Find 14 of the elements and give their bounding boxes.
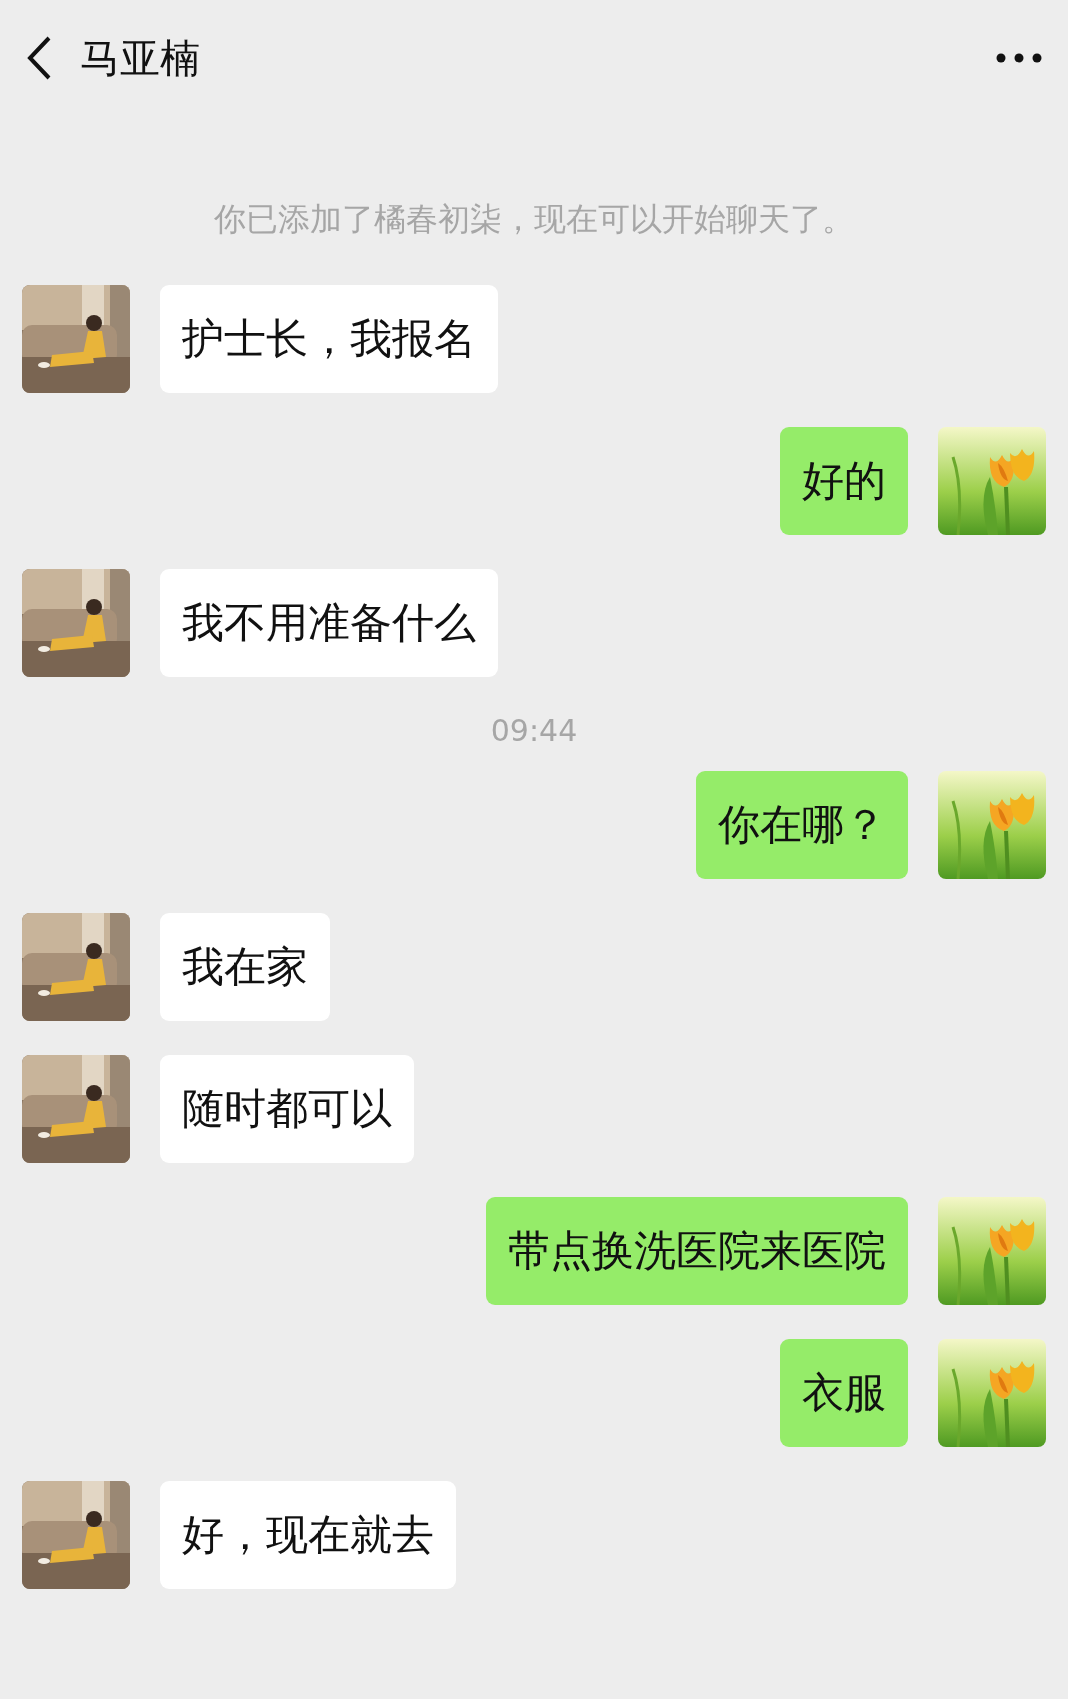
chat-title: 马亚楠 [80,33,200,83]
message-bubble: 我不用准备什么 [160,569,498,677]
message-bubble: 随时都可以 [160,1055,414,1163]
message-bubble: 带点换洗医院来医院 [486,1197,908,1305]
message-bubble: 好，现在就去 [160,1481,456,1589]
message-bubble: 衣服 [780,1339,908,1447]
timestamp: 09:44 [489,712,579,750]
message-bubble: 好的 [780,427,908,535]
message-bubble: 你在哪？ [696,771,908,879]
more-icon[interactable] [996,52,1042,63]
back-icon[interactable] [26,34,52,81]
system-notice: 你已添加了橘春初柒，现在可以开始聊天了。 [213,199,855,240]
message-bubble: 我在家 [160,913,330,1021]
message-bubble: 护士长，我报名 [160,285,498,393]
